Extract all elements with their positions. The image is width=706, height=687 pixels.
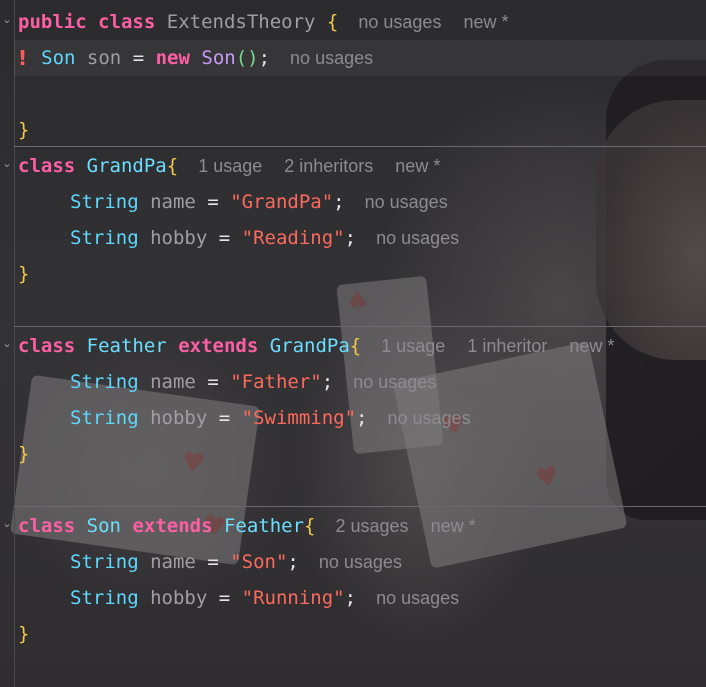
usages-hint[interactable]: no usages xyxy=(388,400,471,436)
variable-name: hobby xyxy=(150,227,208,249)
assign-operator: = xyxy=(207,551,219,573)
usages-hint[interactable]: no usages xyxy=(376,580,459,616)
string-literal: "GrandPa" xyxy=(230,191,334,213)
open-brace: { xyxy=(304,515,316,537)
open-brace: { xyxy=(349,335,362,357)
variable-name: name xyxy=(150,371,196,393)
author-hint[interactable]: new * xyxy=(463,4,508,40)
string-literal: "Reading" xyxy=(241,227,345,249)
close-brace: } xyxy=(18,623,30,645)
method-separator xyxy=(14,146,706,147)
keyword-extends: extends xyxy=(132,515,213,537)
assign-operator: = xyxy=(218,587,231,609)
semicolon: ; xyxy=(344,227,357,249)
type-name: String xyxy=(70,587,139,609)
keyword-class: class xyxy=(18,515,76,537)
code-line[interactable]: } xyxy=(18,436,29,472)
code-line[interactable]: String name = "Father" ; no usages xyxy=(18,364,436,400)
assign-operator: = xyxy=(207,371,219,393)
keyword-new: new xyxy=(155,47,190,69)
close-brace: } xyxy=(18,263,30,285)
semicolon: ; xyxy=(321,371,334,393)
usages-hint[interactable]: 1 usage xyxy=(381,328,445,364)
type-name: String xyxy=(70,371,139,393)
semicolon: ; xyxy=(333,191,345,213)
error-icon[interactable]: ! xyxy=(18,40,27,76)
code-line[interactable]: class GrandPa { 1 usage 2 inheritors new… xyxy=(18,148,440,184)
type-name: String xyxy=(70,551,139,573)
chevron-down-icon[interactable]: ⌄ xyxy=(0,157,14,170)
method-separator xyxy=(14,326,706,327)
class-name: ExtendsTheory xyxy=(166,11,316,33)
class-name: Son xyxy=(86,515,121,537)
code-line[interactable]: public class ExtendsTheory { no usages n… xyxy=(18,4,508,40)
code-line[interactable]: } xyxy=(18,112,29,148)
type-name: Son xyxy=(41,47,76,69)
code-line[interactable]: String hobby = "Swimming" ; no usages xyxy=(18,400,471,436)
keyword-public: public xyxy=(18,11,87,33)
keyword-extends: extends xyxy=(178,335,259,357)
author-hint[interactable]: new * xyxy=(395,148,440,184)
chevron-down-icon[interactable]: ⌄ xyxy=(0,517,14,530)
assign-operator: = xyxy=(218,407,231,429)
author-hint[interactable]: new * xyxy=(569,328,614,364)
inheritors-hint[interactable]: 2 inheritors xyxy=(284,148,373,184)
string-literal: "Running" xyxy=(241,587,345,609)
open-brace: { xyxy=(326,11,339,33)
semicolon: ; xyxy=(287,551,299,573)
assign-operator: = xyxy=(218,227,231,249)
code-editor[interactable]: ⌄ ⌄ ⌄ ⌄ public class ExtendsTheory { no … xyxy=(0,0,706,687)
code-line[interactable]: String name = "GrandPa" ; no usages xyxy=(18,184,448,220)
inheritors-hint[interactable]: 1 inheritor xyxy=(467,328,547,364)
constructor-name: Son xyxy=(201,47,236,69)
variable-name: hobby xyxy=(150,587,208,609)
type-name: String xyxy=(70,407,139,429)
class-name: GrandPa xyxy=(86,155,167,177)
keyword-class: class xyxy=(98,11,156,33)
usages-hint[interactable]: no usages xyxy=(376,220,459,256)
assign-operator: = xyxy=(207,191,219,213)
type-name: String xyxy=(70,191,139,213)
usages-hint[interactable]: no usages xyxy=(290,40,373,76)
usages-hint[interactable]: 1 usage xyxy=(198,148,262,184)
code-line[interactable]: String name = "Son" ; no usages xyxy=(18,544,402,580)
method-separator xyxy=(14,506,706,507)
variable-name: son xyxy=(86,47,122,69)
close-brace: } xyxy=(18,443,30,465)
assign-operator: = xyxy=(132,47,145,69)
code-line[interactable]: class Son extends Feather { 2 usages new… xyxy=(18,508,476,544)
string-literal: "Father" xyxy=(230,371,322,393)
string-literal: "Son" xyxy=(230,551,288,573)
code-line-current[interactable]: ! Son son = new Son () ; no usages xyxy=(14,40,706,76)
author-hint[interactable]: new * xyxy=(431,508,476,544)
chevron-down-icon[interactable]: ⌄ xyxy=(0,337,14,350)
parentheses: () xyxy=(235,47,259,69)
parent-class-name: GrandPa xyxy=(269,335,350,357)
code-line[interactable]: String hobby = "Running" ; no usages xyxy=(18,580,459,616)
code-line[interactable]: } xyxy=(18,616,29,652)
type-name: String xyxy=(70,227,139,249)
keyword-class: class xyxy=(18,155,76,177)
variable-name: name xyxy=(150,551,196,573)
code-line[interactable]: String hobby = "Reading" ; no usages xyxy=(18,220,459,256)
usages-hint[interactable]: 2 usages xyxy=(336,508,409,544)
variable-name: name xyxy=(150,191,196,213)
parent-class-name: Feather xyxy=(223,515,305,537)
code-line[interactable]: class Feather extends GrandPa { 1 usage … xyxy=(18,328,614,364)
usages-hint[interactable]: no usages xyxy=(358,4,441,40)
close-brace: } xyxy=(18,119,30,141)
semicolon: ; xyxy=(356,407,368,429)
class-name: Feather xyxy=(86,335,167,357)
semicolon: ; xyxy=(344,587,357,609)
usages-hint[interactable]: no usages xyxy=(365,184,448,220)
usages-hint[interactable]: no usages xyxy=(319,544,402,580)
keyword-class: class xyxy=(18,335,76,357)
semicolon: ; xyxy=(258,47,271,69)
string-literal: "Swimming" xyxy=(241,407,357,429)
usages-hint[interactable]: no usages xyxy=(353,364,436,400)
code-line[interactable]: } xyxy=(18,256,29,292)
variable-name: hobby xyxy=(150,407,208,429)
open-brace: { xyxy=(166,155,179,177)
chevron-down-icon[interactable]: ⌄ xyxy=(0,13,14,26)
